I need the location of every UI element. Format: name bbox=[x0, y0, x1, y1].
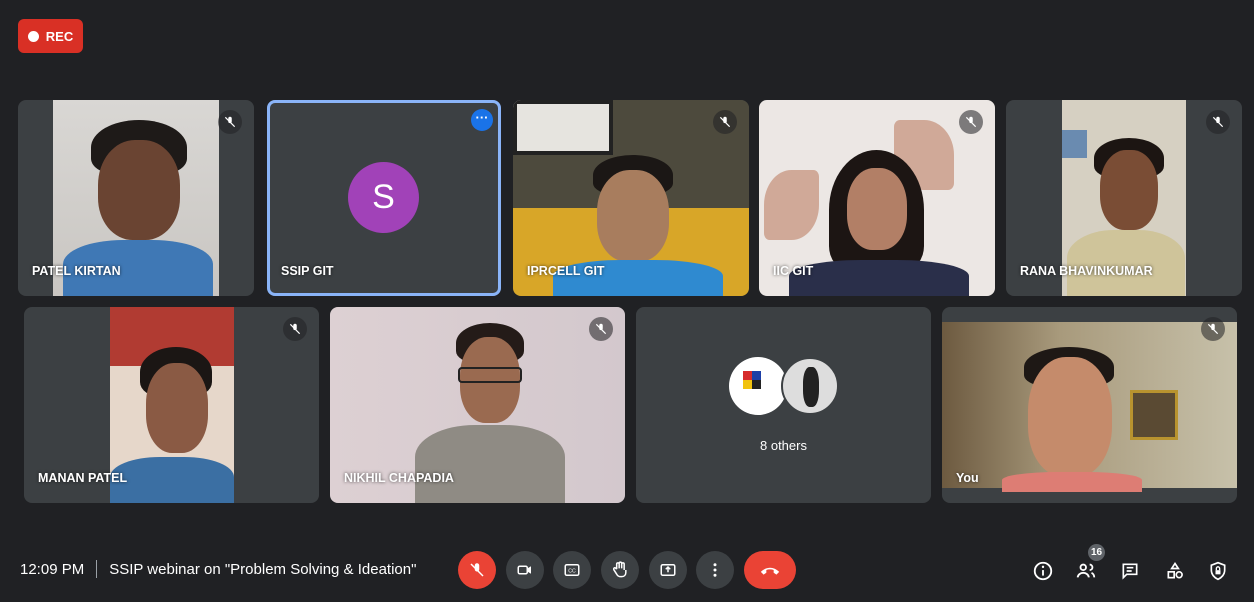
end-call-button[interactable] bbox=[744, 551, 796, 589]
mic-off-icon bbox=[1201, 317, 1225, 341]
meeting-details[interactable]: 12:09 PM SSIP webinar on "Problem Solvin… bbox=[20, 560, 416, 578]
participant-video bbox=[110, 307, 234, 503]
chat-icon bbox=[1122, 563, 1138, 580]
participant-tile-patel-kirtan[interactable]: PATEL KIRTAN bbox=[18, 100, 254, 296]
mic-off-icon bbox=[959, 110, 983, 134]
mic-off-icon bbox=[218, 110, 242, 134]
hang-up-icon bbox=[760, 567, 780, 575]
hand-icon bbox=[612, 561, 627, 578]
others-avatars bbox=[729, 357, 844, 417]
participant-name: PATEL KIRTAN bbox=[32, 264, 121, 278]
rec-label: REC bbox=[45, 28, 74, 44]
participant-tile-nikhil-chapadia[interactable]: NIKHIL CHAPADIA bbox=[330, 307, 625, 503]
shield-lock-icon bbox=[1210, 561, 1226, 581]
avatar: S bbox=[348, 162, 419, 233]
participant-name: SSIP GIT bbox=[281, 264, 334, 278]
participant-tile-you[interactable]: You bbox=[942, 307, 1237, 503]
participants-button[interactable] bbox=[1074, 559, 1098, 583]
raise-hand-button[interactable] bbox=[601, 551, 639, 589]
meeting-title: SSIP webinar on "Problem Solving & Ideat… bbox=[109, 560, 417, 578]
record-dot-icon bbox=[27, 30, 39, 42]
camera-toggle-button[interactable] bbox=[506, 551, 544, 589]
participant-tile-ssip-git[interactable]: ··· S SSIP GIT bbox=[267, 100, 501, 296]
avatar bbox=[729, 357, 787, 415]
mic-off-icon bbox=[283, 317, 307, 341]
participant-name: IIC GIT bbox=[773, 264, 814, 278]
others-count-label: 8 others bbox=[760, 438, 807, 453]
meeting-details-button[interactable] bbox=[1031, 559, 1055, 583]
present-screen-icon bbox=[660, 564, 676, 576]
mic-off-icon bbox=[713, 110, 737, 134]
present-button[interactable] bbox=[649, 551, 687, 589]
mic-toggle-button[interactable] bbox=[458, 551, 496, 589]
participant-name: RANA BHAVINKUMAR bbox=[1020, 264, 1153, 278]
avatar bbox=[781, 357, 839, 415]
host-controls-button[interactable] bbox=[1206, 559, 1230, 583]
more-options-button[interactable] bbox=[696, 551, 734, 589]
info-icon bbox=[1033, 561, 1053, 581]
more-options-icon[interactable]: ··· bbox=[471, 109, 493, 131]
activities-shapes-icon bbox=[1167, 561, 1183, 579]
mic-off-icon bbox=[470, 563, 484, 577]
chat-button[interactable] bbox=[1118, 559, 1142, 583]
participant-name: You bbox=[956, 471, 979, 485]
mic-off-icon bbox=[1206, 110, 1230, 134]
svg-text:CC: CC bbox=[568, 568, 576, 574]
meeting-time: 12:09 PM bbox=[20, 560, 85, 578]
others-tile[interactable]: 8 others bbox=[636, 307, 931, 503]
avatar-letter: S bbox=[372, 178, 395, 216]
mic-off-icon bbox=[589, 317, 613, 341]
recording-indicator: REC bbox=[18, 19, 83, 53]
participant-tile-manan-patel[interactable]: MANAN PATEL bbox=[24, 307, 319, 503]
participant-name: IPRCELL GIT bbox=[527, 264, 605, 278]
captions-button[interactable]: CC bbox=[553, 551, 591, 589]
more-vertical-icon bbox=[713, 563, 717, 577]
closed-captions-icon: CC bbox=[564, 564, 580, 576]
participant-video bbox=[942, 322, 1237, 492]
camera-icon bbox=[517, 565, 531, 575]
participant-name: NIKHIL CHAPADIA bbox=[344, 471, 454, 485]
participant-name: MANAN PATEL bbox=[38, 471, 128, 485]
participant-tile-iprcell-git[interactable]: IPRCELL GIT bbox=[513, 100, 749, 296]
people-icon bbox=[1076, 563, 1096, 578]
divider bbox=[96, 560, 98, 578]
participant-tile-iic-git[interactable]: IIC GIT bbox=[759, 100, 995, 296]
participant-tile-rana-bhavinkumar[interactable]: RANA BHAVINKUMAR bbox=[1006, 100, 1242, 296]
activities-button[interactable] bbox=[1163, 559, 1187, 583]
